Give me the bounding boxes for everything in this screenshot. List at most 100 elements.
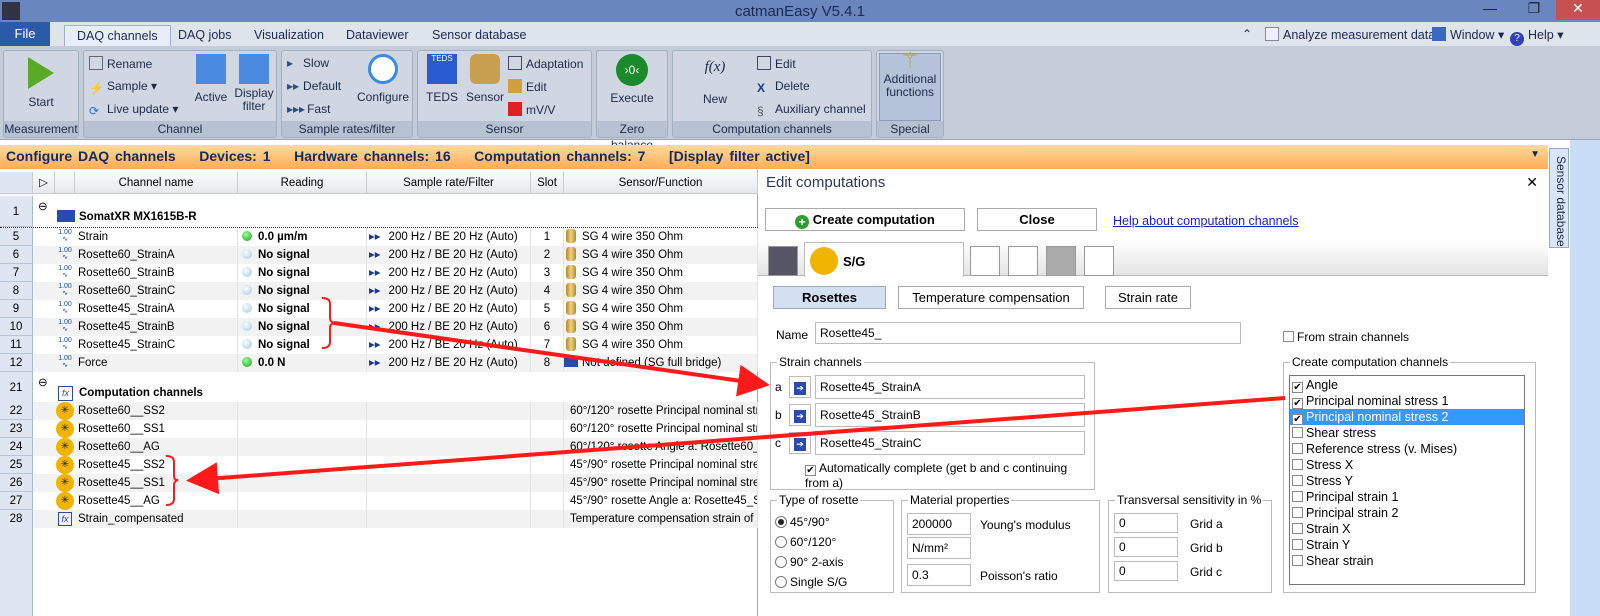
collapse-icon[interactable]: ⊖ [38,198,48,216]
calculator-tab[interactable] [768,246,798,276]
select-channel-button[interactable]: ➔ [789,404,811,426]
auxiliary-channel-button[interactable]: § Auxiliary channel [757,102,866,118]
close-window-button[interactable]: ✕ [1556,0,1600,20]
strain-channel-input[interactable] [815,431,1085,455]
teds-button[interactable]: TEDS TEDS [422,54,462,104]
strain-channel-input[interactable] [815,403,1085,427]
help-link[interactable]: Help about computation channels [1113,214,1299,228]
table-row[interactable]: 9 1.00 ∿ Rosette45_StrainA No signal ▸▸ 20… [0,300,758,318]
table-row[interactable]: 26 ✳ Rosette45__SS1 45°/90° rosette Princ… [0,474,758,492]
youngs-modulus-input[interactable] [907,513,971,535]
active-button[interactable]: Active [192,54,230,104]
computation-edit-button[interactable]: Edit [757,56,796,71]
filter-tab[interactable] [970,246,1000,276]
select-all-corner[interactable] [0,172,33,194]
computation-channel-option[interactable]: Shear stress [1290,425,1524,441]
table-row[interactable]: 25 ✳ Rosette45__SS2 45°/90° rosette Princ… [0,456,758,474]
fast-button[interactable]: ▸▸▸ Fast [287,102,330,116]
tab-visualization[interactable]: Visualization [242,25,336,46]
analyze-measurement-data-button[interactable]: Analyze measurement data [1265,27,1435,42]
rosette-type-radio[interactable]: Single S/G [775,575,847,595]
sensitivity-input[interactable] [1114,561,1178,581]
signal-analysis-tab[interactable] [1008,246,1038,276]
table-row[interactable]: 6 1.00 ∿ Rosette60_StrainA No signal ▸▸ 20… [0,246,758,264]
poissons-ratio-input[interactable] [907,564,971,586]
computation-channel-option[interactable]: Principal strain 1 [1290,489,1524,505]
sensitivity-input[interactable] [1114,513,1178,533]
storage-tab[interactable] [1046,246,1076,276]
sensor-button[interactable]: Sensor [464,54,506,104]
header-slot[interactable]: Slot [531,172,564,194]
table-row[interactable]: 5 1.00 ∿ Strain 0.0 µm/m ▸▸ 200 Hz / BE 20… [0,228,758,246]
computation-channel-option[interactable]: Shear strain [1290,553,1524,569]
adaptation-button[interactable]: Adaptation [508,56,583,71]
table-row[interactable]: 23 ✳ Rosette60__SS1 60°/120° rosette Prin… [0,420,758,438]
digital-tab[interactable] [1084,246,1114,276]
window-menu[interactable]: Window ▾ [1432,27,1504,42]
from-strain-channels-checkbox[interactable]: From strain channels [1283,330,1409,344]
table-row[interactable]: 11 1.00 ∿ Rosette45_StrainC No signal ▸▸ 2… [0,336,758,354]
table-row[interactable]: 8 1.00 ∿ Rosette60_StrainC No signal ▸▸ 20… [0,282,758,300]
computation-channel-option[interactable]: Stress Y [1290,473,1524,489]
table-row[interactable]: 22 ✳ Rosette60__SS2 60°/120° rosette Prin… [0,402,758,420]
strain-channel-input[interactable] [815,375,1085,399]
minimize-button[interactable]: — [1468,0,1512,20]
header-sensor-function[interactable]: Sensor/Function [564,172,758,194]
header-sample-rate[interactable]: Sample rate/Filter [367,172,531,194]
device-group-row[interactable]: 1 ⊖ SomatXR MX1615B-R [0,196,758,228]
computation-channel-option[interactable]: ✔ Principal nominal stress 1 [1290,393,1524,409]
slow-button[interactable]: ▸ Slow [287,56,329,70]
additional-functions-button[interactable]: ⚚ Additional functions [879,50,941,121]
collapse-icon[interactable]: ⊖ [38,374,48,392]
sensor-database-side-tab[interactable]: Sensor database [1549,148,1569,248]
mvv-button[interactable]: mV/V [508,102,555,117]
name-input[interactable] [815,322,1241,344]
tab-daq-channels[interactable]: DAQ channels [64,25,171,46]
configure-button[interactable]: Configure [354,54,412,104]
dropdown-arrow-icon[interactable]: ▼ [1530,149,1540,160]
collapse-ribbon-icon[interactable]: ⌃ [1242,27,1252,41]
header-reading[interactable]: Reading [238,172,367,194]
close-button[interactable]: Close [977,208,1097,231]
close-panel-icon[interactable]: ✕ [1526,174,1538,191]
rosette-type-radio[interactable]: 60°/120° [775,535,847,555]
expand-column-header[interactable]: ▷ [33,172,55,194]
table-row[interactable]: 27 ✳ Rosette45__AG 45°/90° rosette Angle … [0,492,758,510]
table-row[interactable]: 7 1.00 ∿ Rosette60_StrainB No signal ▸▸ 20… [0,264,758,282]
display-filter-button[interactable]: Display filter [232,54,276,113]
tab-dataviewer[interactable]: Dataviewer [334,25,421,46]
tab-daq-jobs[interactable]: DAQ jobs [166,25,244,46]
start-button[interactable]: Start [4,57,78,109]
sensor-edit-button[interactable]: Edit [508,79,547,94]
tab-sensor-database[interactable]: Sensor database [420,25,539,46]
table-row[interactable]: 28 fx Strain_compensated Temperature comp… [0,510,758,528]
new-computation-button[interactable]: f(x) New [677,59,753,106]
computation-channel-option[interactable]: ✔ Principal nominal stress 2 [1290,409,1524,425]
computation-channel-option[interactable]: Strain X [1290,521,1524,537]
computation-channel-option[interactable]: Reference stress (v. Mises) [1290,441,1524,457]
execute-button[interactable]: ›0‹ Execute [597,54,667,105]
rosettes-subtab[interactable]: Rosettes [773,286,886,309]
computation-channel-option[interactable]: ✔ Angle [1290,377,1524,393]
table-row[interactable]: 12 1.00 ∿ Force 0.0 N ▸▸ 200 Hz / BE 20 Hz… [0,354,758,372]
create-computation-button[interactable]: + Create computation [765,208,965,231]
computation-channel-option[interactable]: Principal strain 2 [1290,505,1524,521]
computation-channel-option[interactable]: Stress X [1290,457,1524,473]
table-row[interactable]: 10 1.00 ∿ Rosette45_StrainB No signal ▸▸ 2… [0,318,758,336]
strain-rate-subtab[interactable]: Strain rate [1105,286,1191,309]
rosette-type-radio[interactable]: 90° 2-axis [775,555,847,575]
restore-button[interactable]: ❐ [1512,0,1556,20]
header-channel-name[interactable]: Channel name [75,172,238,194]
live-update-button[interactable]: ⟳ Live update ▾ [89,102,178,118]
computation-channel-option[interactable]: Strain Y [1290,537,1524,553]
delete-button[interactable]: X Delete [757,79,810,95]
rename-button[interactable]: Rename [89,56,152,71]
rosette-type-radio[interactable]: 45°/90° [775,515,847,535]
sample-button[interactable]: ⚡ Sample ▾ [89,79,157,95]
select-channel-button[interactable]: ➔ [789,376,811,398]
unit-input[interactable] [907,537,971,559]
help-menu[interactable]: ? Help ▾ [1510,27,1563,46]
sensitivity-input[interactable] [1114,537,1178,557]
file-menu[interactable]: File [0,22,50,46]
select-channel-button[interactable]: ➔ [789,432,811,454]
